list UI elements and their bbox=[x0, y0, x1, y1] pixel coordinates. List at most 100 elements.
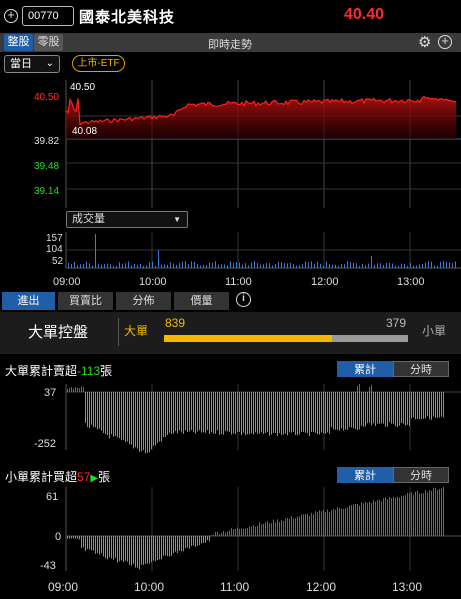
small-order-bar bbox=[211, 535, 212, 536]
volume-bar bbox=[437, 265, 438, 268]
small-order-bar bbox=[203, 536, 204, 543]
tab-distribution[interactable]: 分佈 bbox=[116, 292, 171, 310]
small-order-bar bbox=[243, 528, 244, 536]
big-order-bar bbox=[167, 392, 168, 436]
big-order-bar bbox=[103, 392, 104, 434]
big-y-bottom: -252 bbox=[34, 438, 56, 450]
tab-odd-lot[interactable]: 零股 bbox=[34, 34, 63, 51]
volume-bar bbox=[110, 264, 111, 268]
small-order-bar bbox=[361, 502, 362, 536]
stock-code-input[interactable]: 00770 bbox=[22, 6, 74, 26]
small-order-bar bbox=[223, 530, 224, 536]
volume-bars bbox=[68, 234, 456, 268]
tab-in-out[interactable]: 進出 bbox=[2, 292, 55, 310]
small-order-bar bbox=[177, 536, 178, 554]
volume-bar bbox=[236, 262, 237, 268]
low-annotation: 40.08 bbox=[72, 126, 97, 137]
volume-bar bbox=[341, 264, 342, 268]
small-order-bar bbox=[89, 536, 90, 550]
small-order-bar bbox=[395, 497, 396, 536]
small-order-bar bbox=[433, 487, 434, 536]
big-order-title-value: -113 bbox=[77, 364, 101, 378]
big-order-bar bbox=[231, 392, 232, 435]
volume-bar bbox=[272, 265, 273, 268]
small-order-bar bbox=[333, 509, 334, 536]
big-order-bar bbox=[371, 385, 372, 392]
small-order-bar bbox=[213, 534, 214, 536]
small-order-bar bbox=[413, 495, 414, 536]
gear-icon[interactable]: ⚙ bbox=[418, 33, 431, 51]
small-order-bar bbox=[269, 523, 270, 536]
big-order-bar bbox=[281, 392, 282, 435]
big-order-bar bbox=[137, 392, 138, 449]
volume-bar bbox=[362, 263, 363, 268]
big-order-bar bbox=[369, 392, 370, 423]
small-order-bar bbox=[375, 501, 376, 536]
big-order-bar bbox=[437, 392, 438, 418]
volume-bar bbox=[194, 261, 195, 268]
big-timeshare-toggle[interactable]: 分時 bbox=[393, 361, 449, 377]
big-order-bar bbox=[203, 392, 204, 433]
tab-price-volume[interactable]: 價量 bbox=[174, 292, 229, 310]
y-label-ref: 39.82 bbox=[34, 136, 59, 147]
big-order-bar bbox=[319, 392, 320, 435]
big-order-bar bbox=[147, 392, 148, 453]
big-order-bar bbox=[163, 392, 164, 438]
small-order-bar bbox=[93, 536, 94, 551]
indicator-select[interactable]: 成交量 ▼ bbox=[66, 211, 188, 228]
small-timeshare-toggle[interactable]: 分時 bbox=[393, 467, 449, 483]
big-order-bar bbox=[331, 392, 332, 428]
small-order-bar bbox=[131, 536, 132, 566]
volume-bar bbox=[302, 264, 303, 268]
big-order-bar bbox=[399, 392, 400, 426]
big-order-bar bbox=[245, 392, 246, 436]
big-order-bar bbox=[419, 392, 420, 420]
small-order-bar bbox=[183, 536, 184, 552]
big-order-bar bbox=[69, 388, 70, 392]
small-order-title-value: 57 bbox=[77, 470, 91, 484]
big-order-bar bbox=[407, 392, 408, 425]
add-watchlist-icon[interactable]: + bbox=[4, 8, 18, 23]
volume-bar bbox=[344, 264, 345, 268]
big-order-bar bbox=[253, 392, 254, 435]
small-order-bar bbox=[369, 501, 370, 536]
big-order-bar bbox=[241, 392, 242, 436]
small-cumulative-toggle[interactable]: 累計 bbox=[337, 467, 393, 483]
tab-buy-sell-ratio[interactable]: 買賣比 bbox=[58, 292, 113, 310]
volume-bar bbox=[368, 263, 369, 268]
big-order-title: 大單累計賣超-113張 bbox=[5, 362, 112, 379]
add-icon[interactable]: + bbox=[438, 34, 452, 49]
big-order-bar bbox=[183, 392, 184, 434]
market-badge: 上市-ETF bbox=[72, 55, 125, 72]
volume-bar bbox=[428, 261, 429, 268]
volume-bar bbox=[338, 265, 339, 268]
y-label-low1: 39.48 bbox=[34, 161, 59, 172]
big-cumulative-toggle[interactable]: 累計 bbox=[337, 361, 393, 377]
big-order-bar bbox=[435, 392, 436, 418]
big-order-bar bbox=[187, 392, 188, 432]
small-order-bar bbox=[111, 536, 112, 559]
vol-label-157: 157 bbox=[46, 233, 63, 244]
high-annotation: 40.50 bbox=[70, 82, 95, 93]
small-order-bar bbox=[123, 536, 124, 563]
small-order-bar bbox=[207, 536, 208, 541]
big-order-bar bbox=[101, 392, 102, 431]
small-order-bar bbox=[367, 502, 368, 536]
small-order-bar bbox=[381, 501, 382, 536]
volume-bar bbox=[434, 265, 435, 268]
big-order-bar bbox=[179, 392, 180, 431]
chevron-down-icon: ⌄ bbox=[45, 58, 54, 69]
volume-bar bbox=[383, 264, 384, 268]
small-order-bar bbox=[107, 536, 108, 560]
volume-bar bbox=[314, 263, 315, 268]
range-select[interactable]: 當日 ⌄ bbox=[4, 55, 60, 73]
tab-whole-lot[interactable]: 整股 bbox=[4, 34, 33, 51]
volume-bar bbox=[398, 265, 399, 268]
volume-bar bbox=[371, 256, 372, 268]
volume-bar bbox=[269, 263, 270, 268]
big-order-bar bbox=[301, 392, 302, 433]
big-order-chart: 37 -252 bbox=[34, 384, 461, 454]
volume-bar bbox=[125, 263, 126, 268]
info-icon[interactable]: i bbox=[236, 292, 251, 307]
volume-bar bbox=[404, 263, 405, 268]
